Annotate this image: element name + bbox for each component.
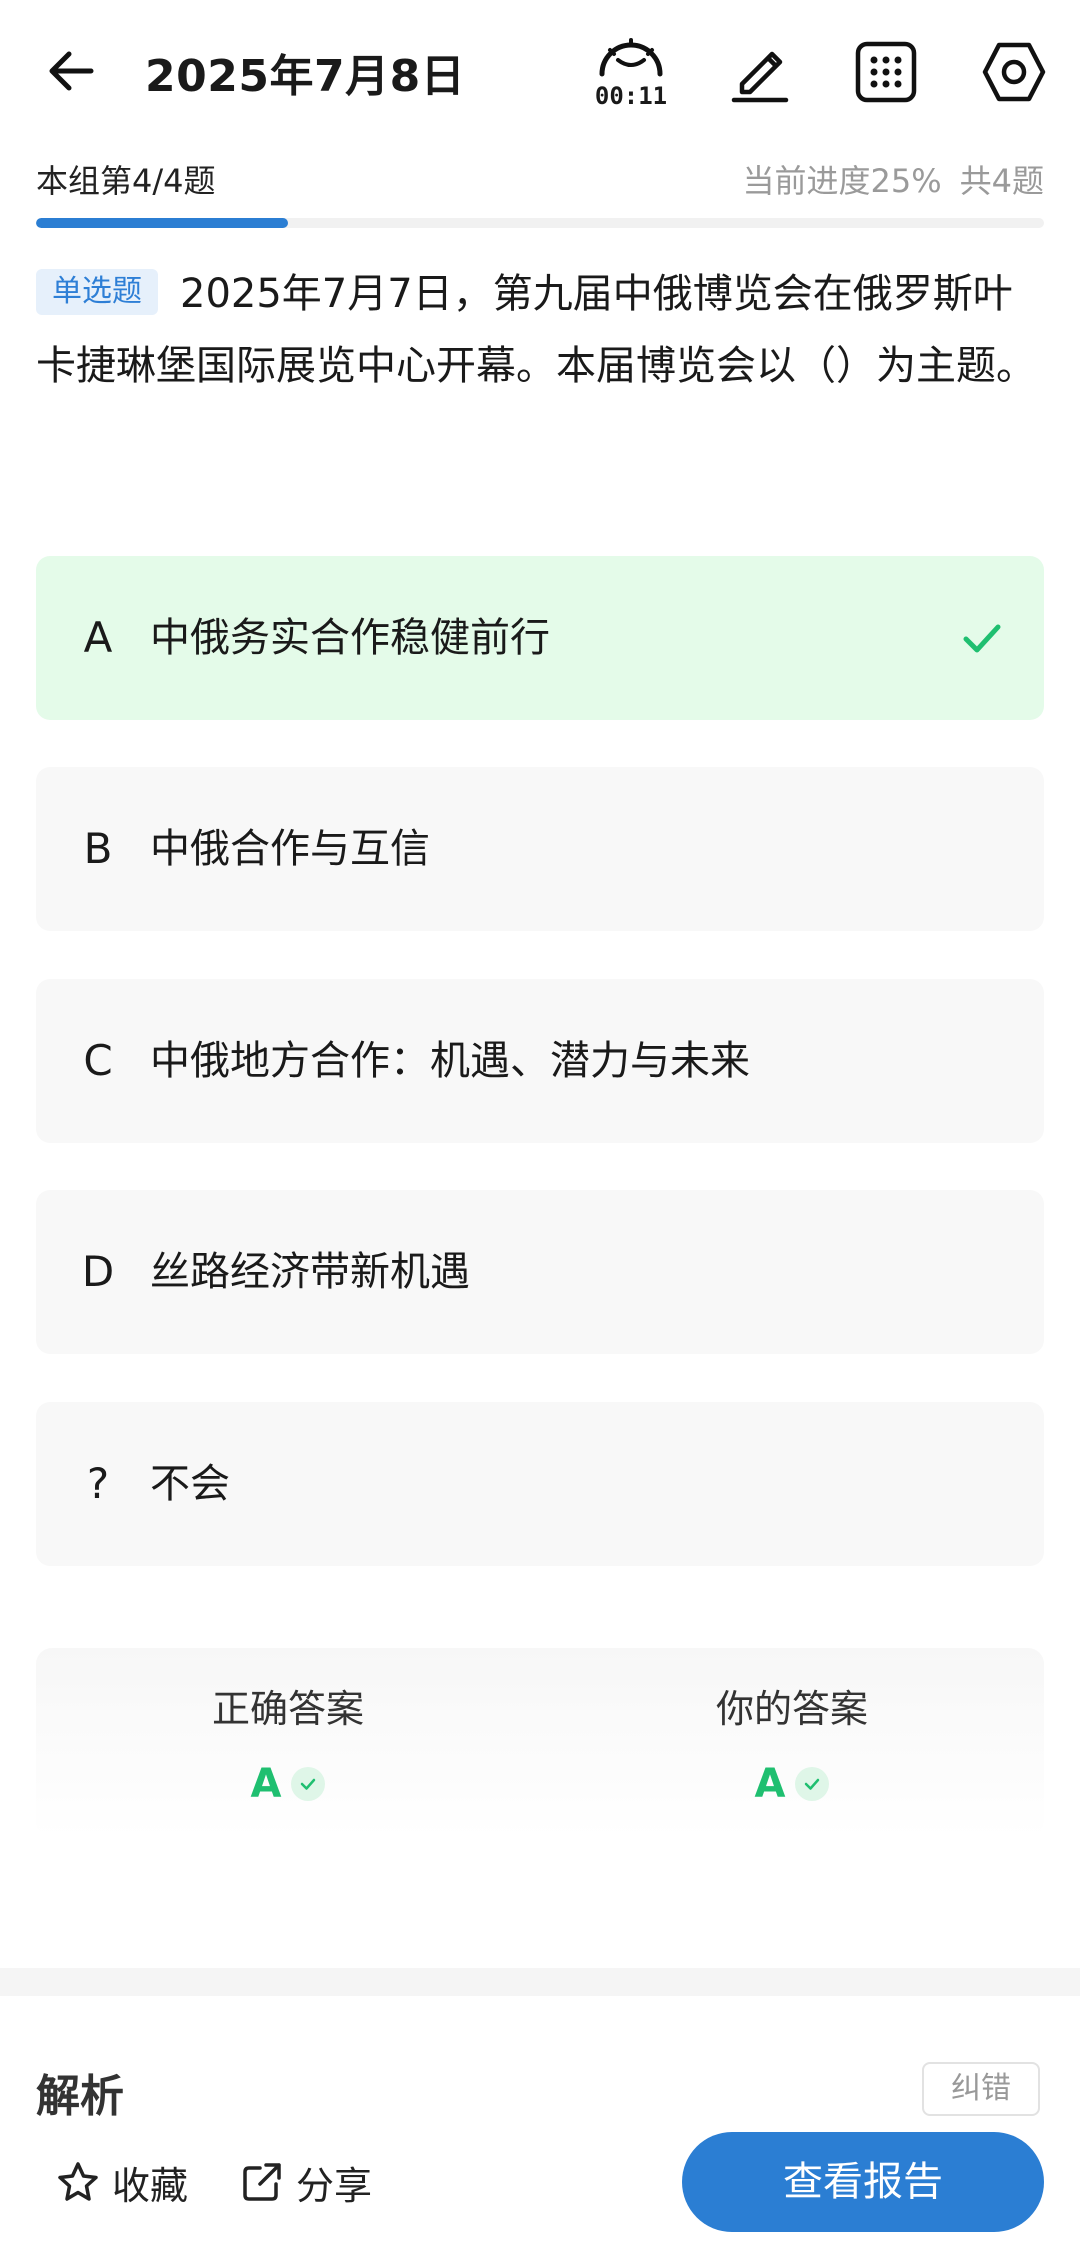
section-divider — [0, 1968, 1080, 1996]
page-title: 2025年7月8日 — [145, 51, 466, 102]
share-label: 分享 — [296, 2163, 373, 2208]
arrow-left-icon — [49, 51, 94, 91]
correct-answer: 正确答案 A — [138, 1678, 438, 1807]
question-total: 共4题 — [959, 162, 1044, 200]
your-answer: 你的答案 A — [642, 1678, 942, 1807]
pencil-icon — [731, 51, 789, 103]
your-answer-value: A — [754, 1761, 786, 1807]
favorite-label: 收藏 — [112, 2163, 189, 2208]
hexagon-gear-icon — [982, 42, 1046, 102]
progress-row: 本组第4/4题 当前进度25% 共4题 — [36, 150, 1044, 200]
option-a[interactable]: A 中俄务实合作稳健前行 — [36, 556, 1044, 720]
option-letter: C — [83, 1036, 113, 1085]
check-icon — [795, 1767, 830, 1801]
option-b[interactable]: B 中俄合作与互信 — [36, 767, 1044, 931]
back-button[interactable] — [36, 36, 106, 106]
question-type-badge: 单选题 — [36, 269, 158, 315]
answer-summary-card: 正确答案 A 你的答案 A — [36, 1648, 1044, 1838]
option-text: 中俄合作与互信 — [150, 826, 430, 872]
option-letter: A — [83, 613, 113, 662]
analysis-title: 解析 — [36, 2071, 124, 2122]
your-answer-label: 你的答案 — [715, 1687, 868, 1731]
option-dont-know[interactable]: ? 不会 — [36, 1402, 1044, 1566]
progress-info: 当前进度25% 共4题 — [724, 156, 1044, 202]
check-icon — [963, 624, 1001, 653]
progress-bar-fill — [36, 218, 288, 228]
star-icon — [58, 2162, 98, 2201]
option-letter: ? — [86, 1459, 110, 1508]
check-icon — [291, 1767, 326, 1801]
timer-value: 00:11 — [594, 82, 668, 110]
question-stem: 单选题 2025年7月7日，第九届中俄博览会在俄罗斯叶卡捷琳堡国际展览中心开幕。本… — [36, 258, 1046, 402]
progress-percent: 当前进度25% — [742, 162, 942, 200]
settings-button[interactable] — [976, 34, 1052, 110]
option-d[interactable]: D 丝路经济带新机遇 — [36, 1190, 1044, 1354]
edit-button[interactable] — [722, 34, 798, 110]
group-label: 本组第4/4题 — [36, 162, 216, 200]
question-grid-button[interactable] — [848, 34, 924, 110]
top-bar: 2025年7月8日 00:11 — [0, 0, 1080, 140]
option-letter: D — [81, 1247, 115, 1296]
bottom-bar: 收藏 分享 查看报告 — [0, 2116, 1080, 2249]
correct-answer-value: A — [250, 1761, 282, 1807]
option-text: 中俄务实合作稳健前行 — [150, 615, 550, 661]
stopwatch-icon — [599, 38, 663, 77]
correct-answer-label: 正确答案 — [211, 1687, 364, 1731]
option-c[interactable]: C 中俄地方合作：机遇、潜力与未来 — [36, 979, 1044, 1143]
view-report-button[interactable]: 查看报告 — [682, 2132, 1044, 2232]
favorite-button[interactable]: 收藏 — [56, 2152, 188, 2212]
option-text: 丝路经济带新机遇 — [150, 1249, 470, 1295]
question-text: 2025年7月7日，第九届中俄博览会在俄罗斯叶卡捷琳堡国际展览中心开幕。本届博览… — [36, 271, 1036, 389]
report-error-button[interactable]: 纠错 — [922, 2062, 1040, 2116]
option-text: 中俄地方合作：机遇、潜力与未来 — [150, 1038, 750, 1084]
option-letter: B — [83, 824, 113, 873]
share-icon — [243, 2163, 281, 2201]
grid-icon — [855, 41, 917, 103]
option-text: 不会 — [150, 1461, 230, 1507]
timer[interactable]: 00:11 — [592, 30, 670, 110]
progress-bar — [36, 218, 1044, 228]
share-button[interactable]: 分享 — [240, 2152, 372, 2212]
